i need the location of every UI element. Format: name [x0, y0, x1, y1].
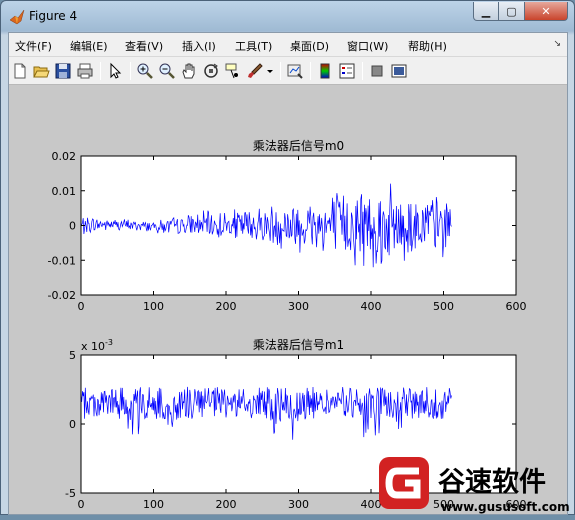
link-icon[interactable]: [286, 62, 304, 80]
figure-client-area: 文件(F) 编辑(E) 查看(V) 插入(I) 工具(T) 桌面(D) 窗口(W…: [8, 32, 568, 515]
x-tick-label: 300: [288, 498, 309, 511]
minimize-button[interactable]: ▁: [473, 2, 499, 21]
matlab-icon: [9, 9, 25, 25]
watermark-logo: 谷速软件 www.gususoft.com: [375, 455, 575, 516]
x-tick-label: 400: [361, 300, 382, 313]
toolbar-separator: [280, 62, 281, 80]
maximize-icon: ▢: [506, 4, 517, 18]
y-exponent-base: x 10: [81, 340, 105, 353]
x-tick-label: 100: [143, 300, 164, 313]
y-tick-label: 5: [69, 349, 76, 362]
show-plot-tools-icon[interactable]: [390, 62, 408, 80]
toolbar-separator: [100, 62, 101, 80]
y-tick-label: -0.01: [48, 254, 76, 267]
rotate-icon[interactable]: [202, 62, 220, 80]
menu-insert[interactable]: 插入(I): [182, 38, 216, 54]
brush-icon[interactable]: [246, 62, 264, 80]
brush-dropdown-icon[interactable]: [266, 62, 274, 80]
close-icon: ✕: [541, 4, 551, 18]
y-tick-label: 0.02: [52, 150, 77, 163]
menu-bar: 文件(F) 编辑(E) 查看(V) 插入(I) 工具(T) 桌面(D) 窗口(W…: [9, 33, 567, 57]
menu-file[interactable]: 文件(F): [15, 38, 52, 54]
toolbar-separator: [362, 62, 363, 80]
pan-icon[interactable]: [180, 62, 198, 80]
x-tick-label: 0: [78, 300, 85, 313]
axes-title: 乘法器后信号m0: [253, 139, 344, 153]
toolbar-separator: [130, 62, 131, 80]
x-tick-label: 500: [433, 300, 454, 313]
plot-area: 0 100 200 300 400 500 600 -0.02 -0.01 0 0.01 0.02 乘法…: [9, 86, 569, 516]
zoom-in-icon[interactable]: [136, 62, 154, 80]
save-icon[interactable]: [54, 62, 72, 80]
maximize-button[interactable]: ▢: [499, 2, 525, 21]
y-tick-label: 0.01: [52, 185, 77, 198]
y-tick-label: 0: [69, 418, 76, 431]
colorbar-icon[interactable]: [316, 62, 334, 80]
title-bar[interactable]: Figure 4 ▁ ▢ ✕: [1, 1, 574, 32]
x-tick-label: 0: [78, 498, 85, 511]
window-title: Figure 4: [29, 9, 78, 23]
new-figure-icon[interactable]: [11, 62, 29, 80]
x-tick-label: 100: [143, 498, 164, 511]
x-tick-label: 200: [216, 300, 237, 313]
menu-edit[interactable]: 编辑(E): [70, 38, 108, 54]
hide-plot-tools-icon[interactable]: [368, 62, 386, 80]
legend-icon[interactable]: [338, 62, 356, 80]
menu-dock-icon[interactable]: ↘: [553, 39, 561, 49]
y-tick-label: 0: [69, 220, 76, 233]
menu-tools[interactable]: 工具(T): [235, 38, 272, 54]
y-exponent-label: x 10-3: [81, 338, 113, 353]
menu-view[interactable]: 查看(V): [125, 38, 163, 54]
open-icon[interactable]: [32, 62, 50, 80]
print-icon[interactable]: [76, 62, 94, 80]
figure-toolbar: [9, 57, 567, 85]
x-tick-label: 300: [288, 300, 309, 313]
y-exponent-power: -3: [105, 338, 113, 347]
figure-window: Figure 4 ▁ ▢ ✕ 文件(F) 编辑(E) 查看(V) 插入(I) 工…: [0, 0, 575, 515]
watermark-brand: 谷速软件: [438, 467, 546, 498]
pointer-icon[interactable]: [106, 62, 124, 80]
y-tick-label: -0.02: [48, 289, 76, 302]
x-tick-label: 600: [506, 300, 527, 313]
menu-window[interactable]: 窗口(W): [347, 38, 388, 54]
data-cursor-icon[interactable]: [224, 62, 242, 80]
axes-title: 乘法器后信号m1: [253, 338, 344, 352]
y-tick-label: -5: [65, 487, 76, 500]
menu-desktop[interactable]: 桌面(D): [290, 38, 329, 54]
toolbar-separator: [310, 62, 311, 80]
minimize-icon: ▁: [481, 4, 491, 18]
x-tick-label: 200: [216, 498, 237, 511]
menu-help[interactable]: 帮助(H): [408, 38, 447, 54]
watermark-url: www.gususoft.com: [441, 500, 570, 514]
zoom-out-icon[interactable]: [158, 62, 176, 80]
plots-canvas: 0 100 200 300 400 500 600-0.02-0.0100.010.02乘法…: [48, 139, 527, 511]
close-button[interactable]: ✕: [525, 2, 568, 21]
